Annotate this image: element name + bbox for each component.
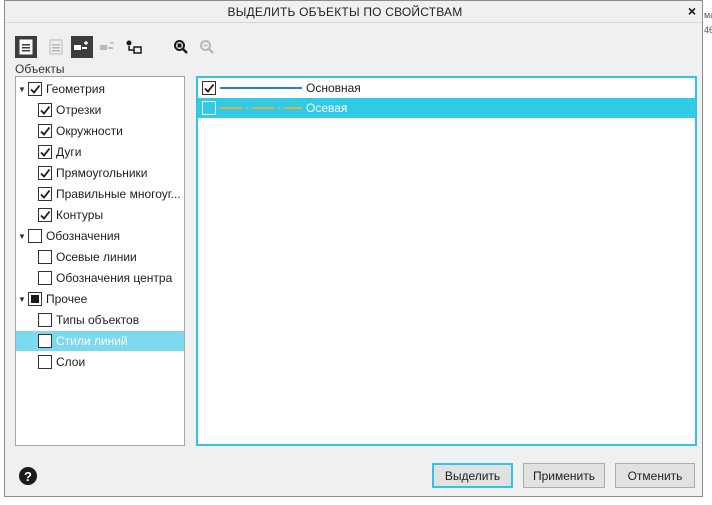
- tree-item-label: Контуры: [56, 208, 104, 222]
- line-style-row[interactable]: Основная: [198, 78, 695, 98]
- object-tree[interactable]: ▼ Геометрия Отрезки Окружности Дуги Прямоугол…: [15, 76, 185, 446]
- tree-item-label: Обозначения центра: [56, 271, 173, 285]
- tree-checkbox[interactable]: [38, 103, 52, 117]
- tree-item[interactable]: Прямоугольники: [16, 163, 184, 183]
- expand-arrow-icon[interactable]: ▼: [18, 295, 28, 304]
- tree-item-label: Обозначения: [46, 229, 121, 243]
- tree-checkbox[interactable]: [38, 145, 52, 159]
- line-style-row[interactable]: Осевая: [198, 98, 695, 118]
- tree-item-label: Окружности: [56, 124, 123, 138]
- tree-item-label: Дуги: [56, 145, 82, 159]
- background-text-2: 46: [704, 25, 712, 35]
- select-add-icon[interactable]: [71, 36, 93, 58]
- tree-checkbox[interactable]: [38, 250, 52, 264]
- expand-arrow-icon[interactable]: ▼: [18, 85, 28, 94]
- tree-checkbox[interactable]: [38, 187, 52, 201]
- tree-checkbox[interactable]: [28, 229, 42, 243]
- tree-item[interactable]: Слои: [16, 352, 184, 372]
- tree-item[interactable]: Типы объектов: [16, 310, 184, 330]
- tree-checkbox[interactable]: [38, 271, 52, 285]
- tree-item-label: Стили линий: [56, 334, 128, 348]
- partial-check-icon: [31, 295, 39, 303]
- line-style-checkbox[interactable]: [202, 101, 216, 115]
- tree-checkbox[interactable]: [28, 292, 42, 306]
- title-bar[interactable]: ВЫДЕЛИТЬ ОБЪЕКТЫ ПО СВОЙСТВАМ ×: [5, 1, 702, 23]
- tree-item-label: Слои: [56, 355, 86, 369]
- background-text-1: ма: [704, 10, 712, 20]
- zoom-disabled-icon: [196, 36, 218, 58]
- document-icon[interactable]: [15, 36, 37, 58]
- line-style-checkbox[interactable]: [202, 81, 216, 95]
- background-window-fragment: ма 46: [704, 8, 712, 38]
- tree-checkbox[interactable]: [38, 355, 52, 369]
- tree-item[interactable]: Стили линий: [16, 331, 184, 351]
- tree-item[interactable]: Окружности: [16, 121, 184, 141]
- tree-checkbox[interactable]: [38, 124, 52, 138]
- tree-item-label: Прямоугольники: [56, 166, 148, 180]
- tree-checkbox[interactable]: [28, 82, 42, 96]
- tree-item-label: Отрезки: [56, 103, 102, 117]
- tree-checkbox[interactable]: [38, 208, 52, 222]
- tree-item[interactable]: Обозначения центра: [16, 268, 184, 288]
- apply-button[interactable]: Применить: [523, 463, 605, 488]
- cancel-button[interactable]: Отменить: [615, 463, 695, 488]
- objects-label: Объекты: [15, 62, 65, 76]
- help-icon[interactable]: ?: [19, 467, 37, 485]
- document-disabled-icon: [45, 36, 67, 58]
- line-style-label: Основная: [306, 81, 361, 95]
- line-styles-list[interactable]: Основная Осевая: [196, 76, 697, 446]
- line-sample-icon: [220, 107, 302, 109]
- tree-item-label: Прочее: [46, 292, 88, 306]
- tree-item[interactable]: ▼ Обозначения: [16, 226, 184, 246]
- select-button[interactable]: Выделить: [432, 463, 513, 488]
- tree-item[interactable]: Контуры: [16, 205, 184, 225]
- line-style-label: Осевая: [306, 101, 348, 115]
- tree-item-label: Осевые линии: [56, 250, 137, 264]
- select-by-properties-dialog: ВЫДЕЛИТЬ ОБЪЕКТЫ ПО СВОЙСТВАМ × Объекты …: [4, 0, 703, 497]
- tree-checkbox[interactable]: [38, 334, 52, 348]
- dialog-title: ВЫДЕЛИТЬ ОБЪЕКТЫ ПО СВОЙСТВАМ: [227, 5, 463, 19]
- tree-item-label: Геометрия: [46, 82, 105, 96]
- close-icon[interactable]: ×: [688, 3, 696, 19]
- tree-checkbox[interactable]: [38, 166, 52, 180]
- tree-item[interactable]: Правильные многоуг...: [16, 184, 184, 204]
- expand-arrow-icon[interactable]: ▼: [18, 232, 28, 241]
- tree-item[interactable]: ▼ Геометрия: [16, 79, 184, 99]
- link-icon[interactable]: [123, 36, 145, 58]
- line-sample-icon: [220, 87, 302, 89]
- tree-item[interactable]: Дуги: [16, 142, 184, 162]
- tree-checkbox[interactable]: [38, 313, 52, 327]
- tree-item[interactable]: ▼ Прочее: [16, 289, 184, 309]
- tree-item[interactable]: Осевые линии: [16, 247, 184, 267]
- zoom-icon[interactable]: [170, 36, 192, 58]
- tree-item-label: Правильные многоуг...: [56, 187, 181, 201]
- select-remove-icon: [97, 36, 119, 58]
- tree-item[interactable]: Отрезки: [16, 100, 184, 120]
- tree-item-label: Типы объектов: [56, 313, 140, 327]
